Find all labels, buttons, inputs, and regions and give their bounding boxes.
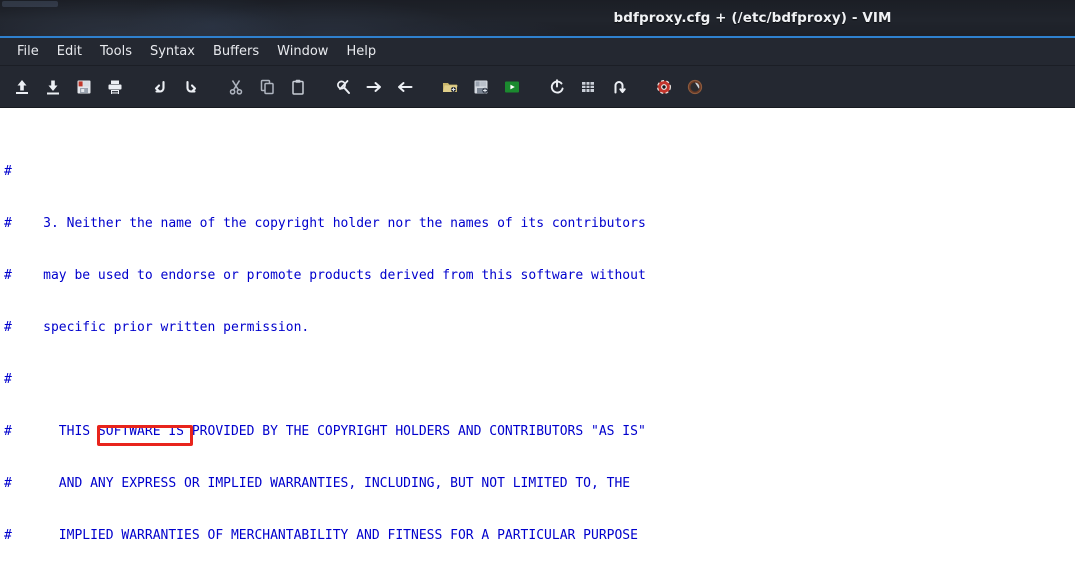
toolbar-separator-6 [636,73,650,101]
comment-text: # [4,164,12,180]
code-line: # AND ANY EXPRESS OR IMPLIED WARRANTIES,… [4,475,1075,492]
shell-icon[interactable] [605,73,633,101]
build-tags-icon[interactable] [574,73,602,101]
toolbar-separator-2 [208,73,222,101]
print-icon[interactable] [101,73,129,101]
comment-text: # AND ANY EXPRESS OR IMPLIED WARRANTIES,… [4,476,631,492]
menu-window[interactable]: Window [268,41,337,62]
make-icon[interactable] [543,73,571,101]
tag-forward-icon[interactable] [360,73,388,101]
load-session-icon[interactable] [436,73,464,101]
comment-text: # [4,372,12,388]
copy-icon[interactable] [253,73,281,101]
open-file-icon[interactable] [8,73,36,101]
menu-edit[interactable]: Edit [48,41,91,62]
cut-icon[interactable] [222,73,250,101]
code-line: # [4,163,1075,180]
vim-window: bdfproxy.cfg + (/etc/bdfproxy) - VIM Fil… [0,0,1075,568]
code-line: # specific prior written permission. [4,319,1075,336]
menu-file[interactable]: File [8,41,48,62]
comment-text: # 3. Neither the name of the copyright h… [4,216,646,232]
find-help-icon[interactable] [650,73,678,101]
comment-text: # THIS SOFTWARE IS PROVIDED BY THE COPYR… [4,424,646,440]
undo-icon[interactable] [146,73,174,101]
paste-icon[interactable] [284,73,312,101]
window-titlebar: bdfproxy.cfg + (/etc/bdfproxy) - VIM [0,0,1075,38]
save-file-icon[interactable] [39,73,67,101]
help-icon[interactable] [681,73,709,101]
toolbar-separator-4 [422,73,436,101]
save-session-icon[interactable] [467,73,495,101]
run-script-icon[interactable] [498,73,526,101]
comment-text: # may be used to endorse or promote prod… [4,268,646,284]
toolbar-separator-5 [529,73,543,101]
code-line: # IMPLIED WARRANTIES OF MERCHANTABILITY … [4,527,1075,544]
comment-text: # specific prior written permission. [4,320,310,336]
menu-syntax[interactable]: Syntax [141,41,204,62]
code-line: # 3. Neither the name of the copyright h… [4,215,1075,232]
comment-text: # IMPLIED WARRANTIES OF MERCHANTABILITY … [4,528,638,544]
toolbar [0,66,1075,108]
code-line: # THIS SOFTWARE IS PROVIDED BY THE COPYR… [4,423,1075,440]
menu-help[interactable]: Help [337,41,385,62]
vim-text-area[interactable]: # # 3. Neither the name of the copyright… [0,108,1075,568]
redo-icon[interactable] [177,73,205,101]
menu-buffers[interactable]: Buffers [204,41,268,62]
save-all-icon[interactable] [70,73,98,101]
find-icon[interactable] [329,73,357,101]
tag-back-icon[interactable] [391,73,419,101]
window-title: bdfproxy.cfg + (/etc/bdfproxy) - VIM [613,10,892,26]
toolbar-separator-3 [315,73,329,101]
code-line: # may be used to endorse or promote prod… [4,267,1075,284]
toolbar-separator-1 [132,73,146,101]
menu-tools[interactable]: Tools [91,41,141,62]
code-line: # [4,371,1075,388]
menu-bar: File Edit Tools Syntax Buffers Window He… [0,38,1075,66]
